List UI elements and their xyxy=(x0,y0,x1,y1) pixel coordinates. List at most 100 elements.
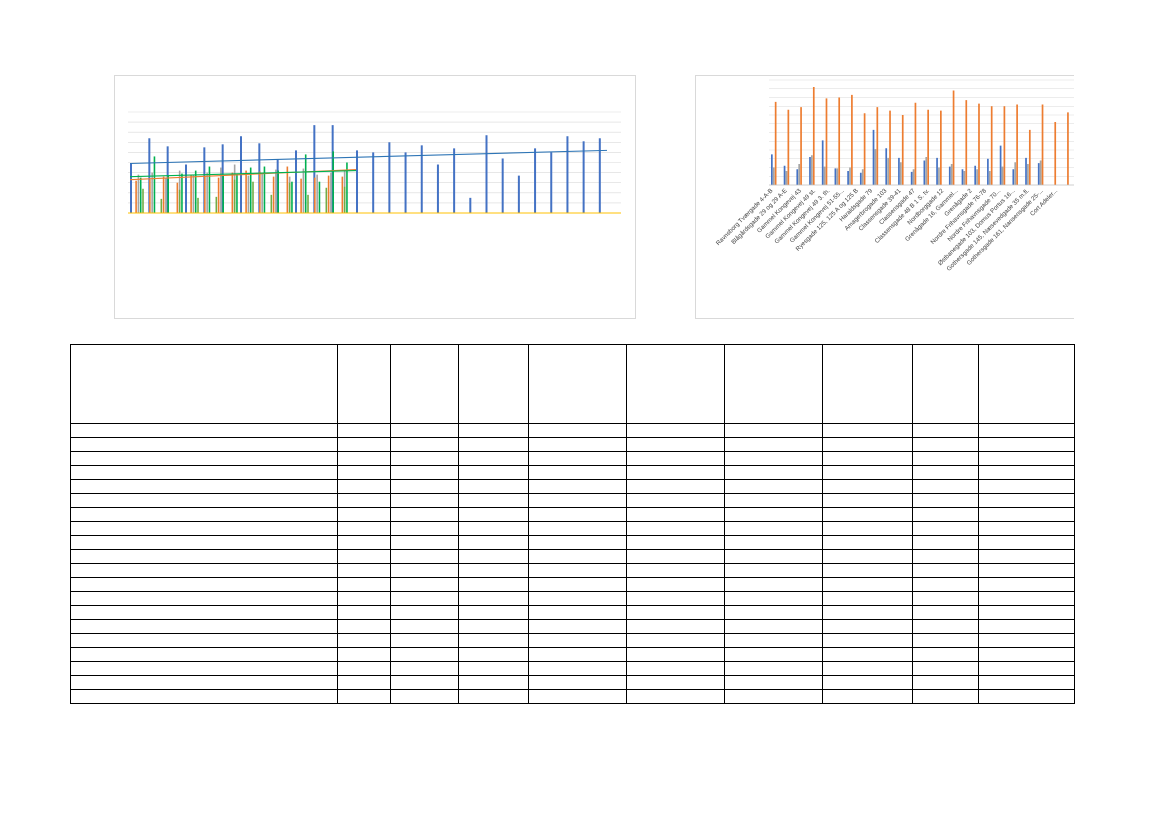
bar-blue xyxy=(771,154,773,185)
table-cell xyxy=(337,535,391,550)
bar-series-1 xyxy=(404,152,407,213)
bar-series-2 xyxy=(327,175,330,213)
bar-gray xyxy=(938,167,940,185)
table-cell xyxy=(390,591,459,606)
bar-orange xyxy=(952,90,955,185)
chart-1 xyxy=(114,75,636,319)
bar-blue xyxy=(1025,157,1027,185)
bar-series-1 xyxy=(598,138,601,213)
chart-1-gridlines xyxy=(128,111,621,204)
bar-gray xyxy=(1027,164,1029,185)
table-cell xyxy=(912,521,979,536)
table-cell xyxy=(978,563,1075,578)
table-cell xyxy=(528,451,627,466)
bar-orange xyxy=(1067,112,1069,185)
table-cell xyxy=(390,577,459,592)
bar-series-2 xyxy=(259,171,261,213)
chart-2-plot: Ravnsborg Tværgade 4-A-BBlågårdsgade 29 … xyxy=(715,79,1074,273)
bar-series-2 xyxy=(300,178,302,213)
table-cell xyxy=(626,619,725,634)
bar-gray xyxy=(899,162,902,185)
bar-gray xyxy=(1014,162,1017,185)
bar-blue xyxy=(821,140,824,185)
table-cell xyxy=(626,591,725,606)
bar-series-2 xyxy=(272,176,275,213)
bar-orange xyxy=(851,94,853,185)
table-cell xyxy=(528,507,627,522)
table-cell xyxy=(724,577,823,592)
bar-series-4 xyxy=(291,181,293,213)
table-cell xyxy=(528,605,627,620)
table-cell xyxy=(626,521,725,536)
table-cell xyxy=(724,479,823,494)
bar-blue xyxy=(1037,163,1040,185)
bar-series-2 xyxy=(245,170,247,213)
bar-series-3 xyxy=(316,174,318,213)
table-cell xyxy=(337,521,391,536)
table-row xyxy=(70,675,1075,690)
table-cell xyxy=(337,689,391,704)
bar-series-5 xyxy=(343,186,346,213)
table-cell xyxy=(390,563,459,578)
bar-blue xyxy=(974,165,977,185)
table-cell xyxy=(626,535,725,550)
bar-gray xyxy=(836,168,839,185)
table-cell xyxy=(70,507,338,522)
bar-orange xyxy=(914,102,917,185)
table-cell xyxy=(978,451,1075,466)
bar-series-5 xyxy=(252,181,254,213)
table-cell xyxy=(978,493,1075,508)
table-row xyxy=(70,493,1075,508)
table-row xyxy=(70,633,1075,648)
table-cell xyxy=(70,344,338,424)
table-cell xyxy=(458,535,529,550)
table-cell xyxy=(528,479,627,494)
data-table xyxy=(70,344,1075,704)
bar-gray xyxy=(772,167,775,185)
bar-series-3 xyxy=(275,169,277,213)
table-cell xyxy=(978,344,1075,424)
table-cell xyxy=(458,605,529,620)
table-cell xyxy=(70,605,338,620)
bar-series-3 xyxy=(165,177,167,213)
table-cell xyxy=(978,689,1075,704)
table-cell xyxy=(70,465,338,480)
table-cell xyxy=(978,549,1075,564)
bar-blue xyxy=(847,171,849,185)
table-cell xyxy=(626,344,725,424)
bar-orange xyxy=(901,115,904,185)
table-cell xyxy=(724,675,823,690)
bar-orange xyxy=(927,109,929,185)
table-cell xyxy=(528,633,627,648)
bar-blue xyxy=(1012,169,1015,185)
table-cell xyxy=(337,437,391,452)
table-cell xyxy=(724,633,823,648)
bar-gray xyxy=(887,157,889,185)
table-row xyxy=(70,661,1075,676)
table-cell xyxy=(978,465,1075,480)
bar-gray xyxy=(925,157,928,185)
table-cell xyxy=(458,549,529,564)
table-cell xyxy=(912,451,979,466)
bar-orange xyxy=(1028,129,1031,185)
table-cell xyxy=(70,549,338,564)
bar-series-1 xyxy=(469,197,472,213)
table-cell xyxy=(626,563,725,578)
bar-series-4 xyxy=(153,156,156,213)
table-cell xyxy=(70,479,338,494)
table-cell xyxy=(390,507,459,522)
table-row xyxy=(70,437,1075,452)
bar-series-1 xyxy=(295,150,297,213)
table-cell xyxy=(912,507,979,522)
bar-blue xyxy=(809,157,811,185)
table-cell xyxy=(626,493,725,508)
table-cell xyxy=(390,493,459,508)
table-cell xyxy=(822,563,913,578)
table-cell xyxy=(70,493,338,508)
table-cell xyxy=(458,437,529,452)
table-cell xyxy=(912,619,979,634)
table-cell xyxy=(822,647,913,662)
table-cell xyxy=(912,689,979,704)
table-row xyxy=(70,605,1075,620)
bar-series-3 xyxy=(206,172,208,213)
